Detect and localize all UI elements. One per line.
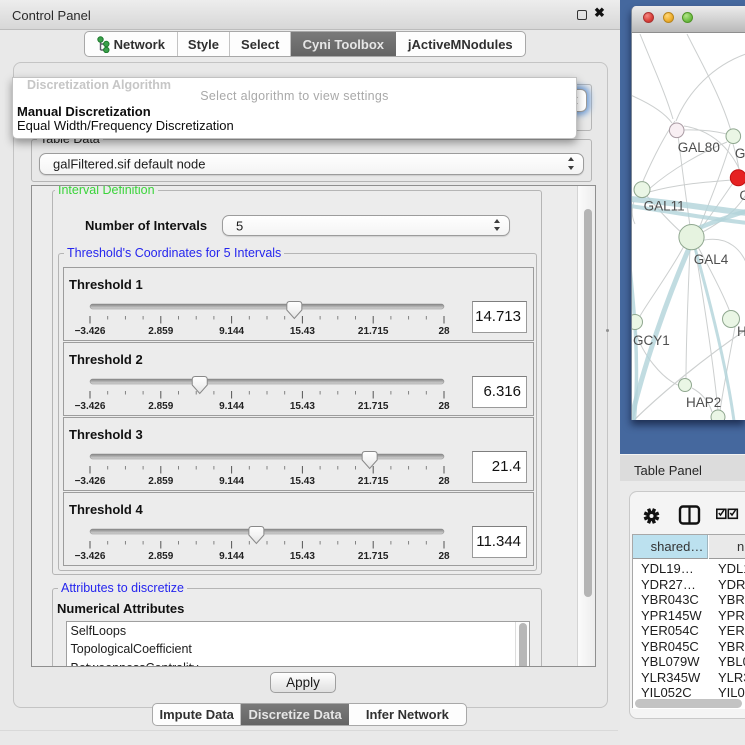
svg-text:GA: GA — [735, 146, 745, 161]
svg-text:21.715: 21.715 — [358, 476, 389, 487]
svg-text:15.43: 15.43 — [290, 326, 315, 337]
svg-text:C: C — [739, 188, 745, 203]
svg-text:2.859: 2.859 — [148, 476, 173, 487]
svg-text:28: 28 — [438, 551, 450, 562]
svg-text:21.715: 21.715 — [358, 326, 389, 337]
svg-text:−3.426: −3.426 — [75, 401, 106, 412]
svg-text:15.43: 15.43 — [290, 551, 315, 562]
svg-text:−3.426: −3.426 — [75, 326, 106, 337]
svg-text:9.144: 9.144 — [219, 551, 244, 562]
svg-text:H: H — [737, 324, 745, 339]
svg-text:9.144: 9.144 — [219, 401, 244, 412]
svg-text:28: 28 — [438, 326, 450, 337]
svg-text:GAL11: GAL11 — [644, 199, 685, 214]
svg-text:GCY1: GCY1 — [633, 333, 670, 348]
svg-text:GAL80: GAL80 — [678, 140, 720, 155]
svg-text:21.715: 21.715 — [358, 551, 389, 562]
svg-text:28: 28 — [438, 476, 450, 487]
svg-text:−3.426: −3.426 — [75, 551, 106, 562]
svg-text:15.43: 15.43 — [290, 401, 315, 412]
svg-text:GAL4: GAL4 — [694, 252, 729, 267]
svg-text:2.859: 2.859 — [148, 401, 173, 412]
svg-text:9.144: 9.144 — [219, 476, 244, 487]
svg-text:HAP2: HAP2 — [686, 395, 721, 410]
svg-text:−3.426: −3.426 — [75, 476, 106, 487]
svg-text:2.859: 2.859 — [148, 551, 173, 562]
svg-text:21.715: 21.715 — [358, 401, 389, 412]
svg-text:2.859: 2.859 — [148, 326, 173, 337]
svg-text:15.43: 15.43 — [290, 476, 315, 487]
svg-text:28: 28 — [438, 401, 450, 412]
svg-text:9.144: 9.144 — [219, 326, 244, 337]
